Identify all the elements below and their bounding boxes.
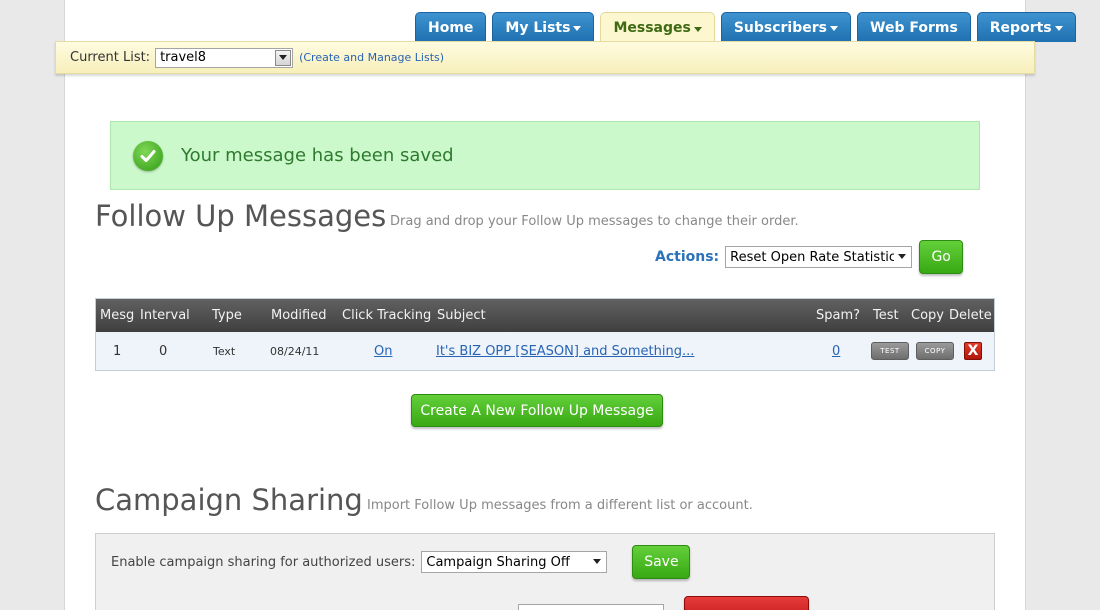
main-nav: Home My Lists Messages Subscribers Web F… (415, 12, 1082, 43)
row-modified: 08/24/11 (270, 344, 320, 358)
col-delete: Delete (949, 308, 992, 323)
click-tracking-link[interactable]: On (374, 344, 392, 359)
row-interval: 0 (159, 343, 168, 359)
current-list-bar: Current List: travel8 (Create and Manage… (55, 41, 1035, 74)
campaign-sharing-title: Campaign Sharing (95, 483, 363, 517)
sharing-row: Enable campaign sharing for authorized u… (111, 545, 691, 579)
chevron-down-icon (693, 26, 702, 32)
copy-button-label: COPY (924, 347, 946, 355)
save-button-label: Save (644, 554, 679, 570)
campaign-sharing-panel: Enable campaign sharing for authorized u… (95, 533, 995, 610)
manage-lists-link[interactable]: (Create and Manage Lists) (299, 51, 444, 64)
table-header: Mesg Interval Type Modified Click Tracki… (96, 299, 994, 332)
actions-select[interactable]: Reset Open Rate Statistics (725, 246, 913, 268)
col-test: Test (873, 308, 899, 323)
tab-my-lists-label: My Lists (505, 19, 571, 36)
tab-home-label: Home (428, 19, 474, 36)
row-mesg: 1 (113, 343, 122, 359)
save-button[interactable]: Save (632, 545, 691, 579)
tab-messages[interactable]: Messages (600, 12, 715, 43)
follow-up-subtitle: Drag and drop your Follow Up messages to… (390, 214, 799, 229)
test-button-label: TEST (880, 347, 900, 355)
actions-label: Actions: (655, 249, 720, 265)
import-input[interactable] (518, 604, 664, 610)
tab-web-forms[interactable]: Web Forms (857, 12, 971, 42)
success-alert: Your message has been saved (110, 121, 980, 190)
delete-button[interactable]: X (964, 342, 982, 360)
spam-link[interactable]: 0 (832, 344, 840, 359)
tab-web-forms-label: Web Forms (870, 19, 958, 36)
col-mesg: Mesg (100, 308, 135, 323)
tab-subscribers[interactable]: Subscribers (720, 12, 851, 42)
col-modified: Modified (271, 308, 327, 323)
chevron-down-icon (1054, 26, 1063, 31)
chevron-down-icon[interactable] (894, 248, 911, 264)
tab-home[interactable]: Home (415, 12, 487, 42)
chevron-down-icon (830, 26, 838, 31)
go-button[interactable]: Go (919, 240, 964, 274)
close-icon: X (967, 343, 979, 359)
tab-my-lists[interactable]: My Lists (492, 12, 595, 42)
campaign-sharing-subtitle: Import Follow Up messages from a differe… (367, 498, 753, 513)
check-icon (133, 140, 163, 171)
sharing-enable-label: Enable campaign sharing for authorized u… (111, 554, 416, 570)
col-click-tracking: Click Tracking (342, 308, 432, 323)
current-list-select[interactable]: travel8 (155, 47, 294, 68)
chevron-down-icon[interactable] (589, 553, 606, 569)
chevron-down-icon[interactable] (275, 49, 292, 66)
tab-messages-label: Messages (613, 20, 691, 36)
follow-up-table: Mesg Interval Type Modified Click Tracki… (95, 298, 995, 371)
sharing-select[interactable]: Campaign Sharing Off (421, 551, 608, 573)
test-button[interactable]: TEST (871, 342, 909, 360)
col-type: Type (212, 308, 242, 323)
subject-link[interactable]: It's BIZ OPP [SEASON] and Something... (436, 344, 694, 359)
chevron-down-icon (573, 26, 582, 31)
actions-row: Actions: Reset Open Rate Statistics Go (655, 240, 964, 274)
follow-up-title: Follow Up Messages (95, 199, 387, 233)
sharing-select-value: Campaign Sharing Off (426, 554, 570, 570)
success-message: Your message has been saved (181, 145, 454, 166)
col-interval: Interval (140, 308, 190, 323)
create-follow-up-button[interactable]: Create A New Follow Up Message (411, 394, 663, 427)
go-button-label: Go (931, 249, 951, 265)
tab-reports[interactable]: Reports (976, 12, 1076, 42)
copy-button[interactable]: COPY (916, 342, 954, 360)
current-list-label: Current List: (70, 50, 151, 65)
tab-reports-label: Reports (989, 19, 1052, 36)
row-type: Text (213, 344, 236, 358)
current-list-value: travel8 (160, 50, 207, 65)
col-subject: Subject (437, 308, 486, 323)
col-spam: Spam? (816, 308, 861, 323)
import-button[interactable] (684, 596, 809, 610)
table-row: 1 0 Text 08/24/11 On It's BIZ OPP [SEASO… (96, 332, 994, 370)
col-copy: Copy (911, 308, 944, 323)
actions-select-value: Reset Open Rate Statistics (730, 249, 903, 265)
create-follow-up-label: Create A New Follow Up Message (420, 402, 654, 419)
tab-subscribers-label: Subscribers (733, 19, 827, 36)
